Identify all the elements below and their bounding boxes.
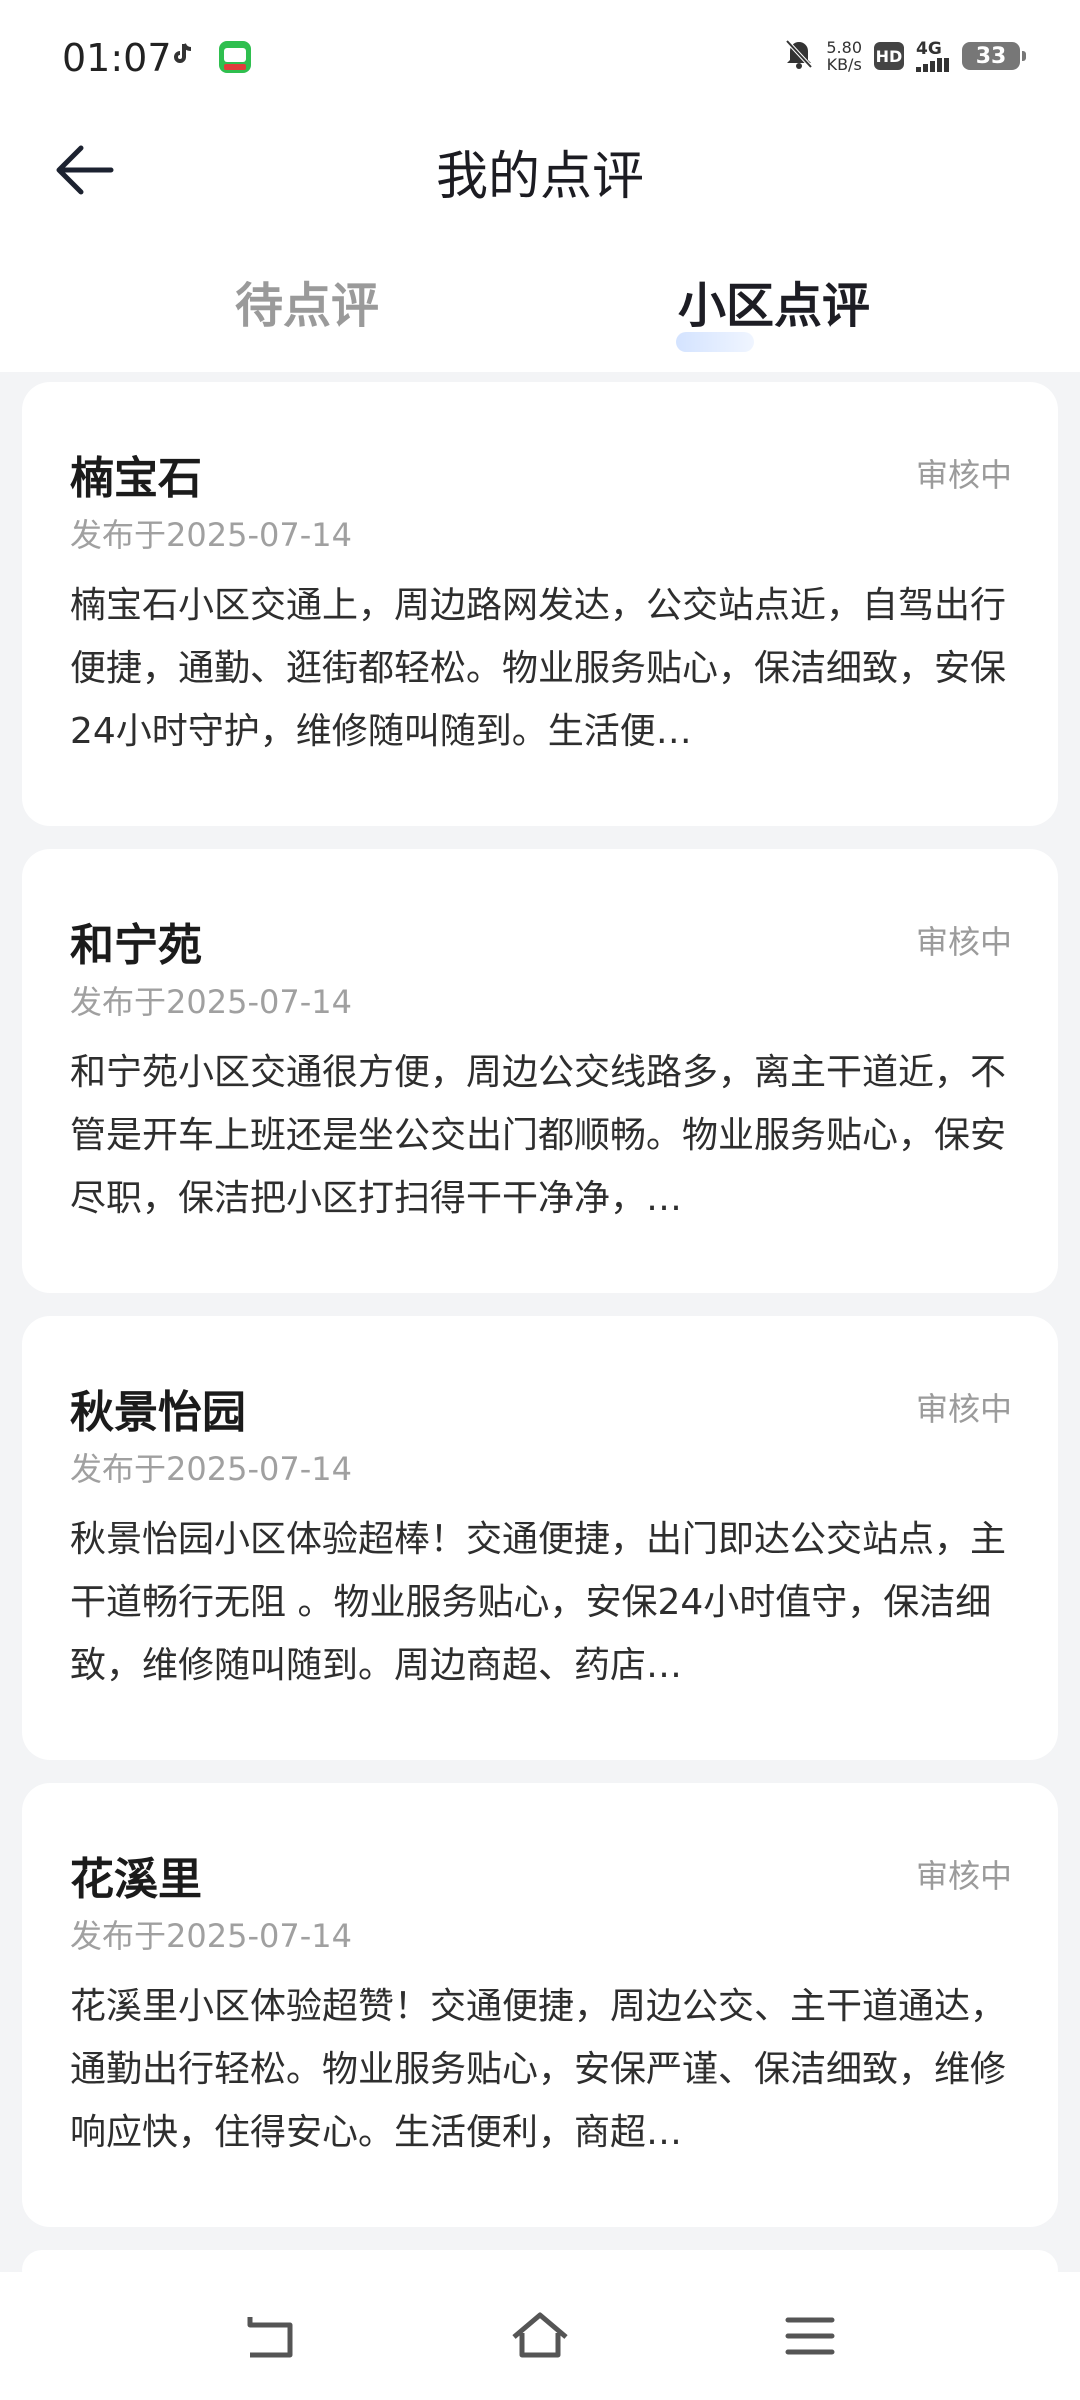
network-speed: 5.80 KB/s xyxy=(826,39,862,73)
tiktok-icon xyxy=(172,42,194,70)
review-date: 发布于2025-07-14 xyxy=(70,1450,352,1488)
tab-pending-reviews[interactable]: 待点评 xyxy=(235,266,379,336)
status-bar: 01:07 5.80 KB/s HD 4G 33 xyxy=(0,0,1080,118)
header: 我的点评 xyxy=(0,118,1080,258)
network-type: 4G xyxy=(916,38,942,59)
hd-badge: HD xyxy=(874,42,904,70)
review-body: 花溪里小区体验超赞！交通便捷，周边公交、主干道通达，通勤出行轻松。物业服务贴心，… xyxy=(70,1986,1007,2153)
review-status: 审核中 xyxy=(915,923,1012,961)
review-body: 秋景怡园小区体验超棒！交通便捷，出门即达公交站点，主干道畅行无阻 。物业服务贴心… xyxy=(70,1519,1007,1686)
system-nav-bar xyxy=(0,2272,1080,2400)
review-list[interactable]: 楠宝石 审核中 发布于2025-07-14 楠宝石小区交通上，周边路网发达，公交… xyxy=(22,382,1058,2290)
review-status: 审核中 xyxy=(915,456,1012,494)
review-community-name: 秋景怡园 xyxy=(70,1387,246,1438)
review-community-name: 楠宝石 xyxy=(70,453,202,504)
review-status: 审核中 xyxy=(915,1390,1012,1428)
back-gesture-icon[interactable] xyxy=(230,2300,310,2372)
review-card[interactable]: 花溪里 审核中 发布于2025-07-14 花溪里小区体验超赞！交通便捷，周边公… xyxy=(22,1783,1058,2227)
tab-community-reviews[interactable]: 小区点评 xyxy=(678,266,870,336)
status-indicators: 5.80 KB/s HD 4G 33 xyxy=(784,38,1026,74)
review-date: 发布于2025-07-14 xyxy=(70,1917,352,1955)
signal-indicator: 4G xyxy=(916,38,950,72)
signal-bars-icon xyxy=(916,57,949,72)
mute-icon xyxy=(784,38,814,74)
review-card[interactable]: 秋景怡园 审核中 发布于2025-07-14 秋景怡园小区体验超棒！交通便捷，出… xyxy=(22,1316,1058,1760)
review-status: 审核中 xyxy=(915,1857,1012,1895)
review-community-name: 和宁苑 xyxy=(70,920,202,971)
home-icon[interactable] xyxy=(500,2300,580,2372)
menu-icon[interactable] xyxy=(770,2300,850,2372)
speed-value: 5.80 xyxy=(826,38,862,57)
speed-unit: KB/s xyxy=(826,55,862,74)
tab-bar: 待点评 小区点评 xyxy=(0,240,1080,372)
battery-icon: 33 xyxy=(962,42,1026,70)
tab-community-reviews-label: 小区点评 xyxy=(678,278,871,334)
review-card[interactable]: 楠宝石 审核中 发布于2025-07-14 楠宝石小区交通上，周边路网发达，公交… xyxy=(22,382,1058,826)
review-body: 和宁苑小区交通很方便，周边公交线路多，离主干道近，不管是开车上班还是坐公交出门都… xyxy=(70,1052,1007,1219)
status-time: 01:07 xyxy=(62,36,172,80)
review-date: 发布于2025-07-14 xyxy=(70,516,352,554)
review-community-name: 花溪里 xyxy=(70,1854,202,1905)
page-title: 我的点评 xyxy=(435,147,644,207)
review-card[interactable]: 和宁苑 审核中 发布于2025-07-14 和宁苑小区交通很方便，周边公交线路多… xyxy=(22,849,1058,1293)
app-notification-icon xyxy=(218,40,252,78)
review-body: 楠宝石小区交通上，周边路网发达，公交站点近，自驾出行便捷，通勤、逛街都轻松。物业… xyxy=(70,585,1007,752)
review-date: 发布于2025-07-14 xyxy=(70,983,352,1021)
